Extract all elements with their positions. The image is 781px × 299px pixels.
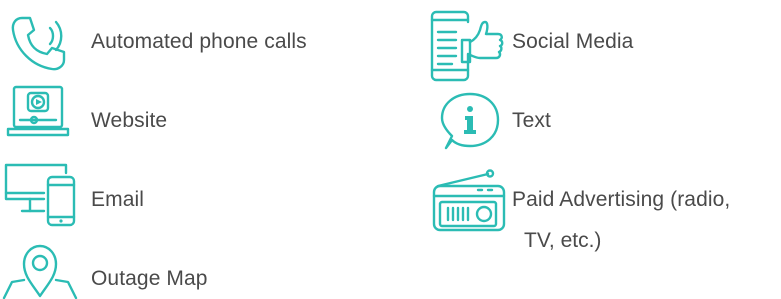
email-devices-icon bbox=[4, 163, 76, 227]
map-pin-icon bbox=[2, 244, 78, 299]
item-label: Automated phone calls bbox=[91, 30, 307, 53]
item-label-continuation: TV, etc.) bbox=[524, 229, 602, 252]
item-label: Text bbox=[512, 109, 551, 132]
item-label: Website bbox=[91, 109, 168, 132]
phone-icon bbox=[11, 16, 66, 71]
website-icon bbox=[6, 85, 70, 137]
text-info-icon bbox=[440, 92, 500, 150]
item-label: Paid Advertising (radio, bbox=[512, 188, 731, 211]
item-label: Social Media bbox=[512, 30, 634, 53]
item-label: Outage Map bbox=[91, 267, 208, 290]
radio-icon bbox=[432, 169, 506, 232]
item-label: Email bbox=[91, 188, 145, 211]
social-media-icon bbox=[430, 10, 504, 82]
